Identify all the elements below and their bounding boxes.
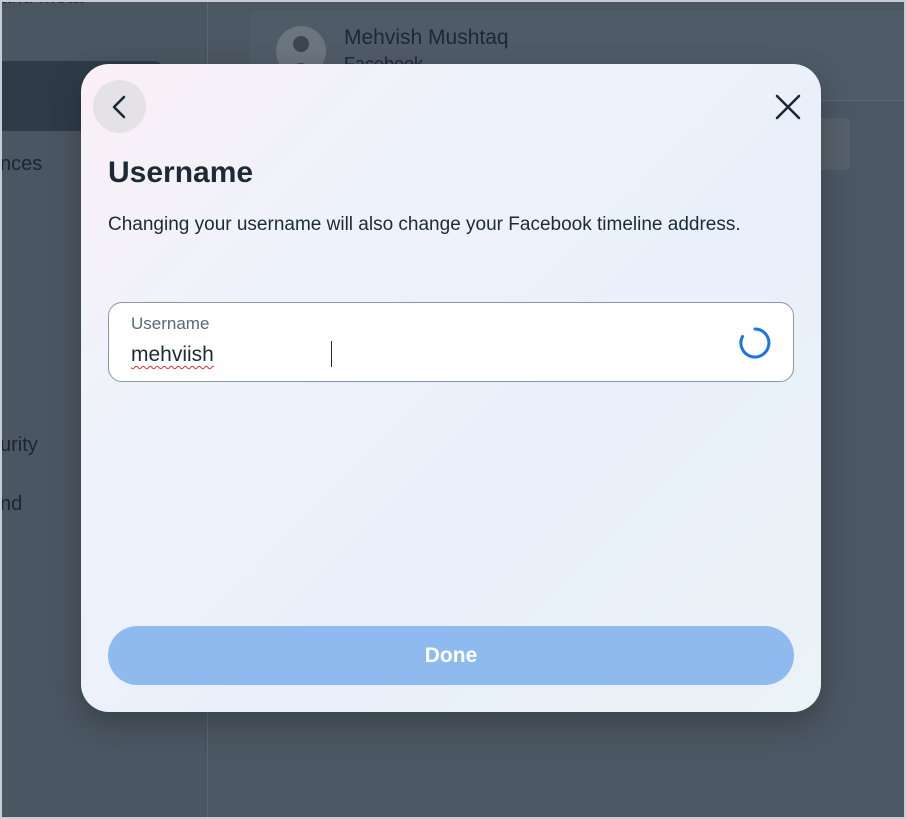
close-icon bbox=[775, 94, 801, 120]
close-button[interactable] bbox=[771, 90, 805, 124]
chevron-left-icon bbox=[112, 95, 125, 118]
username-input[interactable]: mehviish bbox=[131, 343, 214, 367]
dialog-title: Username bbox=[108, 156, 254, 189]
sidebar-item-meta: and Meta bbox=[0, 0, 83, 9]
background-profile-name: Mehvish Mushtaq bbox=[344, 26, 509, 49]
text-caret bbox=[331, 341, 332, 367]
sidebar-item-and: nd bbox=[0, 493, 23, 515]
username-field[interactable]: Username mehviish bbox=[108, 302, 794, 382]
back-button[interactable] bbox=[93, 80, 146, 133]
done-button[interactable]: Done bbox=[108, 626, 794, 685]
sidebar-item-security: urity bbox=[0, 434, 38, 456]
username-dialog: Username Changing your username will als… bbox=[81, 64, 821, 712]
username-field-label: Username bbox=[131, 314, 210, 333]
spinner-icon bbox=[739, 327, 771, 359]
dialog-description: Changing your username will also change … bbox=[108, 214, 741, 235]
sidebar-item-preferences: nces bbox=[0, 153, 43, 175]
background-profile-sub: Facebook bbox=[344, 54, 424, 64]
